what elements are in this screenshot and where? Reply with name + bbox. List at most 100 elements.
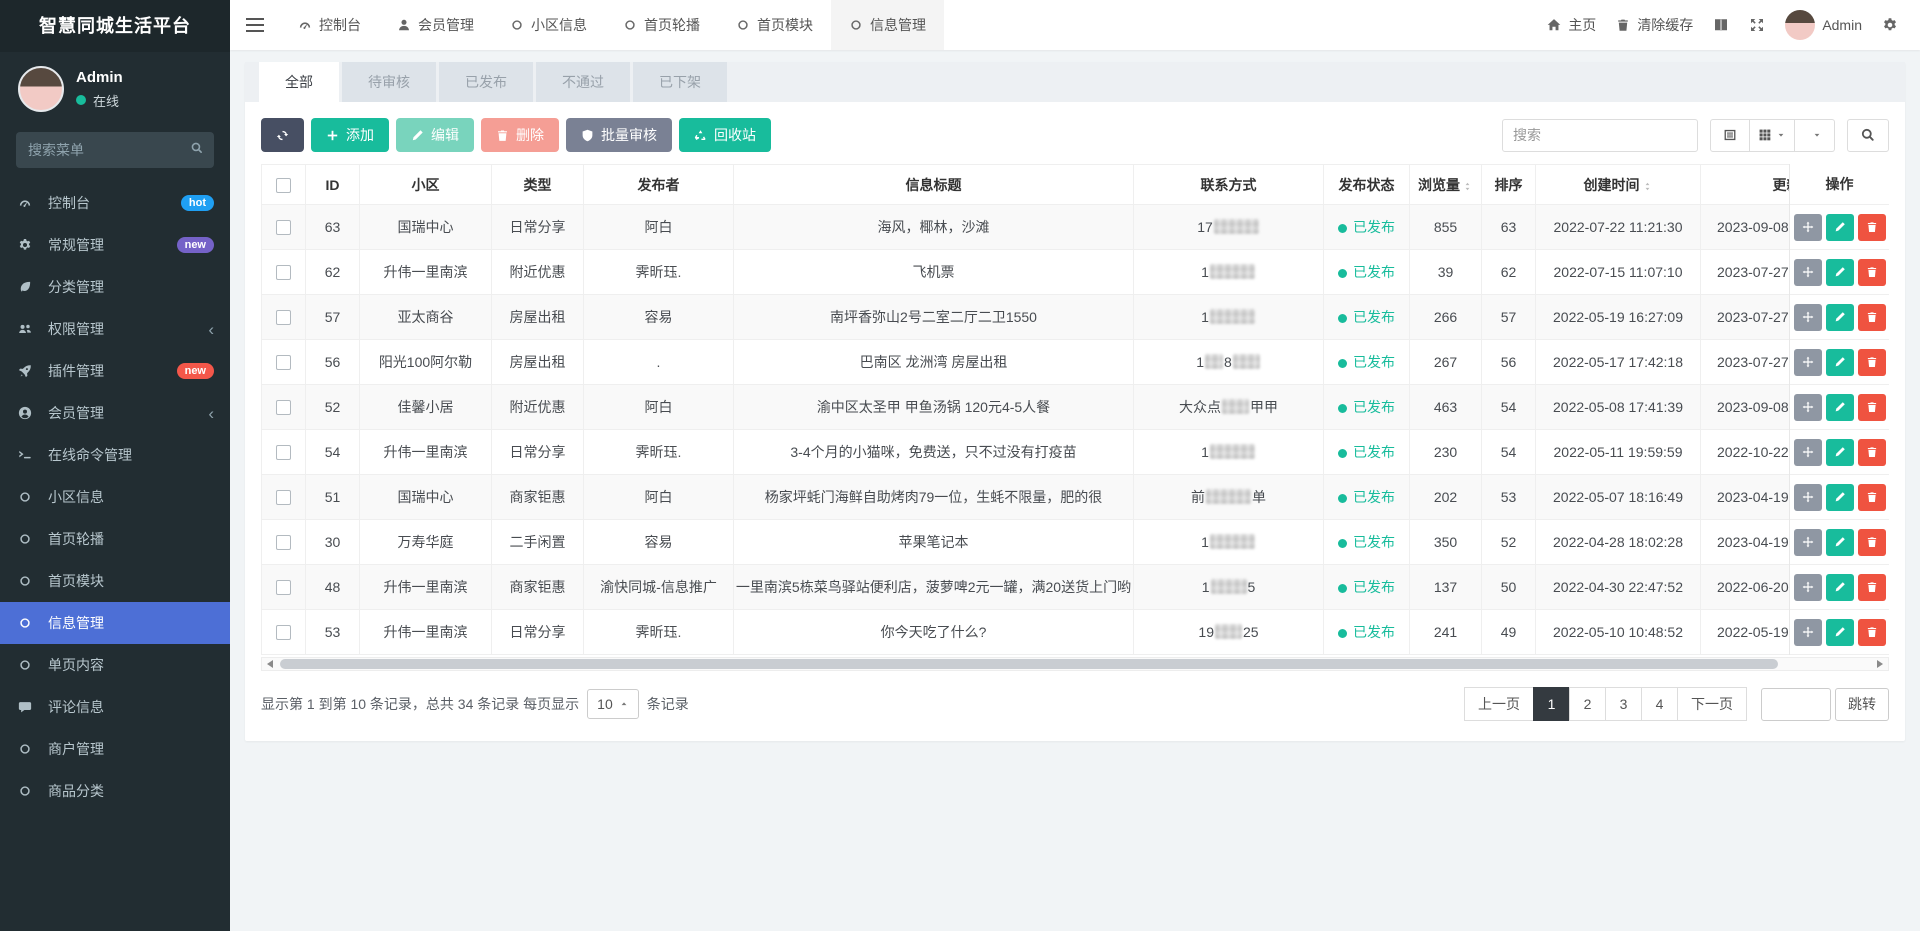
sidebar-item-首页轮播[interactable]: 首页轮播	[0, 518, 230, 560]
move-row-button[interactable]	[1794, 484, 1822, 511]
prev-page-button[interactable]: 上一页	[1464, 687, 1534, 721]
topbar-tab-小区信息[interactable]: 小区信息	[492, 0, 605, 50]
fullscreen-button[interactable]	[1749, 17, 1765, 33]
table-search-input[interactable]	[1502, 119, 1698, 152]
row-checkbox[interactable]	[276, 355, 291, 370]
page-button-2[interactable]: 2	[1569, 687, 1606, 721]
settings-button[interactable]	[1882, 17, 1898, 33]
sidebar-item-商品分类[interactable]: 商品分类	[0, 770, 230, 812]
add-button[interactable]: 添加	[311, 118, 389, 152]
delete-row-button[interactable]	[1858, 574, 1886, 601]
select-all-checkbox[interactable]	[276, 178, 291, 193]
delete-row-button[interactable]	[1858, 214, 1886, 241]
topbar-tab-控制台[interactable]: 控制台	[280, 0, 379, 50]
batch-audit-button[interactable]: 批量审核	[566, 118, 672, 152]
edit-row-button[interactable]	[1826, 304, 1854, 331]
horizontal-scrollbar[interactable]	[261, 657, 1889, 671]
home-link[interactable]: 主页	[1547, 15, 1596, 35]
edit-row-button[interactable]	[1826, 484, 1854, 511]
move-row-button[interactable]	[1794, 394, 1822, 421]
filter-tab-已发布[interactable]: 已发布	[439, 62, 533, 102]
row-checkbox[interactable]	[276, 220, 291, 235]
search-submit-button[interactable]	[1847, 119, 1889, 152]
delete-row-button[interactable]	[1858, 439, 1886, 466]
scrollbar-track[interactable]	[278, 659, 1872, 669]
columns-button[interactable]	[1750, 119, 1795, 152]
col-header-checkbox[interactable]	[262, 165, 306, 205]
sidebar-item-插件管理[interactable]: 插件管理new	[0, 350, 230, 392]
sidebar-item-会员管理[interactable]: 会员管理‹	[0, 392, 230, 434]
row-checkbox[interactable]	[276, 490, 291, 505]
scrollbar-thumb[interactable]	[280, 659, 1778, 669]
col-header-浏览量[interactable]: 浏览量	[1410, 165, 1482, 205]
edit-row-button[interactable]	[1826, 529, 1854, 556]
delete-row-button[interactable]	[1858, 259, 1886, 286]
row-checkbox[interactable]	[276, 535, 291, 550]
delete-row-button[interactable]	[1858, 529, 1886, 556]
user-menu[interactable]: Admin	[1785, 10, 1862, 40]
move-row-button[interactable]	[1794, 214, 1822, 241]
edit-row-button[interactable]	[1826, 394, 1854, 421]
topbar-tab-信息管理[interactable]: 信息管理	[831, 0, 944, 50]
move-row-button[interactable]	[1794, 529, 1822, 556]
sidebar-item-控制台[interactable]: 控制台hot	[0, 182, 230, 224]
filter-tab-待审核[interactable]: 待审核	[342, 62, 436, 102]
sidebar-item-在线命令管理[interactable]: 在线命令管理	[0, 434, 230, 476]
refresh-button[interactable]	[261, 118, 304, 152]
sidebar-item-小区信息[interactable]: 小区信息	[0, 476, 230, 518]
user-avatar[interactable]	[18, 66, 64, 112]
move-row-button[interactable]	[1794, 574, 1822, 601]
page-size-dropdown[interactable]: 10	[587, 689, 639, 719]
sidebar-item-首页模块[interactable]: 首页模块	[0, 560, 230, 602]
sidebar-item-分类管理[interactable]: 分类管理	[0, 266, 230, 308]
delete-row-button[interactable]	[1858, 619, 1886, 646]
sidebar-item-商户管理[interactable]: 商户管理	[0, 728, 230, 770]
sidebar-item-常规管理[interactable]: 常规管理new	[0, 224, 230, 266]
scroll-right-arrow-icon[interactable]	[1872, 658, 1888, 670]
filter-tab-已下架[interactable]: 已下架	[633, 62, 727, 102]
move-row-button[interactable]	[1794, 259, 1822, 286]
topbar-tab-会员管理[interactable]: 会员管理	[379, 0, 492, 50]
sidebar-item-权限管理[interactable]: 权限管理‹	[0, 308, 230, 350]
edit-row-button[interactable]	[1826, 259, 1854, 286]
next-page-button[interactable]: 下一页	[1677, 687, 1747, 721]
edit-row-button[interactable]	[1826, 574, 1854, 601]
export-button[interactable]	[1795, 119, 1835, 152]
filter-tab-全部[interactable]: 全部	[259, 62, 339, 102]
move-row-button[interactable]	[1794, 439, 1822, 466]
sidebar-item-信息管理[interactable]: 信息管理	[0, 602, 230, 644]
filter-tab-不通过[interactable]: 不通过	[536, 62, 630, 102]
row-checkbox[interactable]	[276, 625, 291, 640]
recycle-bin-button[interactable]: 回收站	[679, 118, 771, 152]
delete-button[interactable]: 删除	[481, 118, 559, 152]
edit-row-button[interactable]	[1826, 349, 1854, 376]
scroll-left-arrow-icon[interactable]	[262, 658, 278, 670]
sidebar-item-单页内容[interactable]: 单页内容	[0, 644, 230, 686]
topbar-tab-首页模块[interactable]: 首页模块	[718, 0, 831, 50]
delete-row-button[interactable]	[1858, 304, 1886, 331]
edit-row-button[interactable]	[1826, 439, 1854, 466]
edit-row-button[interactable]	[1826, 619, 1854, 646]
col-header-创建时间[interactable]: 创建时间	[1536, 165, 1701, 205]
clear-cache-link[interactable]: 清除缓存	[1616, 15, 1693, 35]
jump-page-input[interactable]	[1761, 688, 1831, 721]
menu-search-input[interactable]	[16, 132, 214, 168]
detail-view-button[interactable]	[1710, 119, 1750, 152]
delete-row-button[interactable]	[1858, 484, 1886, 511]
jump-button[interactable]: 跳转	[1835, 688, 1889, 721]
page-button-1[interactable]: 1	[1533, 687, 1570, 721]
row-checkbox[interactable]	[276, 580, 291, 595]
sidebar-item-评论信息[interactable]: 评论信息	[0, 686, 230, 728]
row-checkbox[interactable]	[276, 400, 291, 415]
hamburger-icon[interactable]	[230, 0, 280, 50]
move-row-button[interactable]	[1794, 349, 1822, 376]
edit-row-button[interactable]	[1826, 214, 1854, 241]
row-checkbox[interactable]	[276, 310, 291, 325]
edit-button[interactable]: 编辑	[396, 118, 474, 152]
move-row-button[interactable]	[1794, 619, 1822, 646]
language-button[interactable]	[1713, 17, 1729, 33]
move-row-button[interactable]	[1794, 304, 1822, 331]
delete-row-button[interactable]	[1858, 349, 1886, 376]
page-button-3[interactable]: 3	[1605, 687, 1642, 721]
page-button-4[interactable]: 4	[1641, 687, 1678, 721]
